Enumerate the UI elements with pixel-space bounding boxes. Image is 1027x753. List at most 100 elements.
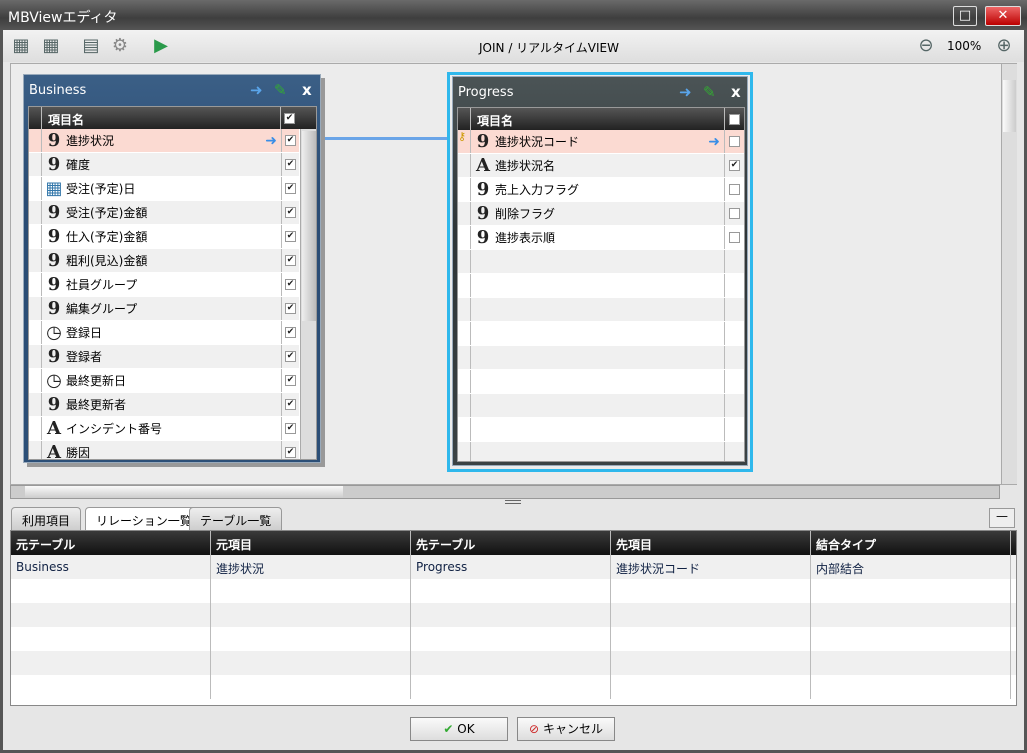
field-row[interactable]: ◷ 登録日 ✔ (29, 321, 299, 345)
field-row[interactable]: 9 進捗表示順 (458, 226, 744, 250)
canvas-vertical-scrollbar[interactable] (1001, 64, 1017, 484)
field-checkbox[interactable]: ✔ (281, 321, 299, 344)
grid-row[interactable] (11, 627, 1016, 651)
cancel-button[interactable]: ⊘ キャンセル (517, 717, 615, 741)
field-row[interactable]: 9 最終更新者 ✔ (29, 393, 299, 417)
field-checkbox[interactable] (724, 178, 744, 201)
link-icon[interactable]: ➜ (679, 83, 692, 101)
field-checkbox[interactable]: ✔ (281, 297, 299, 320)
field-checkbox[interactable]: ✔ (281, 393, 299, 416)
minimize-panel-button[interactable]: — (989, 508, 1015, 528)
link-icon[interactable]: ➜ (250, 81, 263, 99)
field-row[interactable] (458, 418, 744, 442)
field-checkbox[interactable]: ✔ (724, 154, 744, 177)
field-checkbox[interactable]: ✔ (281, 369, 299, 392)
relation-line[interactable] (316, 137, 448, 140)
field-row[interactable]: 9 削除フラグ (458, 202, 744, 226)
scrollbar-thumb[interactable] (1003, 80, 1016, 132)
field-row[interactable]: 9 受注(予定)金額 ✔ (29, 201, 299, 225)
field-row[interactable] (458, 250, 744, 274)
close-panel-icon[interactable]: x (731, 83, 741, 101)
field-row[interactable]: A インシデント番号 ✔ (29, 417, 299, 441)
field-checkbox[interactable]: ✔ (281, 153, 299, 176)
field-checkbox[interactable]: ✔ (281, 345, 299, 368)
tab-tables[interactable]: テーブル一覧 (189, 507, 283, 531)
gear-icon[interactable]: ⚙ (109, 35, 131, 57)
run-icon[interactable]: ▶ (150, 35, 172, 57)
field-row[interactable] (458, 346, 744, 370)
maximize-button[interactable]: □ (953, 6, 977, 26)
column-header[interactable]: 先項目 (611, 531, 811, 555)
field-checkbox[interactable] (724, 130, 744, 153)
field-checkbox[interactable]: ✔ (281, 417, 299, 440)
add-table-icon[interactable]: ▦ (10, 35, 32, 57)
field-checkbox[interactable] (724, 202, 744, 225)
field-row[interactable]: ▦ 受注(予定)日 ✔ (29, 177, 299, 201)
field-row[interactable] (458, 442, 744, 461)
field-row[interactable] (458, 322, 744, 346)
column-header[interactable]: 元テーブル (11, 531, 211, 555)
row-gutter (29, 345, 42, 368)
field-row[interactable]: 9 粗利(見込)金額 ✔ (29, 249, 299, 273)
column-header[interactable]: 結合タイプ (811, 531, 1011, 555)
field-checkbox[interactable] (724, 226, 744, 249)
field-row[interactable]: 9 社員グループ ✔ (29, 273, 299, 297)
field-checkbox[interactable]: ✔ (281, 273, 299, 296)
link-arrow-icon[interactable]: ➜ (708, 134, 720, 150)
grid-row[interactable] (11, 651, 1016, 675)
edit-pencil-icon[interactable]: ✎ (274, 81, 287, 99)
field-row[interactable] (458, 394, 744, 418)
field-checkbox[interactable]: ✔ (281, 201, 299, 224)
field-row[interactable] (458, 298, 744, 322)
field-row[interactable]: 9 売上入力フラグ (458, 178, 744, 202)
grid-row[interactable]: Business 進捗状況 Progress 進捗状況コード 内部結合 (11, 555, 1016, 579)
check-all[interactable]: ✔ (280, 107, 298, 129)
zoom-in-icon[interactable]: ⊕ (993, 35, 1015, 57)
new-table-icon[interactable]: ▦ (40, 35, 62, 57)
field-checkbox[interactable]: ✔ (281, 441, 299, 459)
grid-row[interactable] (11, 603, 1016, 627)
close-panel-icon[interactable]: x (302, 81, 312, 99)
edit-pencil-icon[interactable]: ✎ (703, 83, 716, 101)
field-row[interactable]: ◷ 最終更新日 ✔ (29, 369, 299, 393)
close-button[interactable]: ✕ (985, 6, 1021, 26)
field-row[interactable]: 9 編集グループ ✔ (29, 297, 299, 321)
tab-used-fields[interactable]: 利用項目 (11, 507, 82, 531)
check-all[interactable] (724, 108, 744, 130)
relations-grid: 元テーブル 元項目 先テーブル 先項目 結合タイプ Business 進捗状況 Progre… (10, 530, 1017, 706)
key-icon: ⚷ (458, 130, 471, 153)
field-row[interactable] (458, 274, 744, 298)
tab-relations[interactable]: リレーション一覧 (85, 507, 203, 532)
column-header[interactable]: 先テーブル (411, 531, 611, 555)
column-header[interactable]: 元項目 (211, 531, 411, 555)
field-checkbox[interactable]: ✔ (281, 225, 299, 248)
vertical-scrollbar[interactable] (300, 129, 316, 459)
table-panel-business[interactable]: Business ➜ ✎ x 項目名 ✔ 9 進捗状況 ➜ ✔ 9 確度 ✔ ▦ … (23, 74, 321, 463)
scrollbar-thumb[interactable] (25, 486, 343, 498)
table-panel-progress[interactable]: Progress ➜ ✎ x 項目名 ⚷ 9 進捗状況コード ➜ A 進捗状況名… (452, 76, 748, 466)
field-row[interactable]: 9 登録者 ✔ (29, 345, 299, 369)
field-row[interactable]: A 進捗状況名 ✔ (458, 154, 744, 178)
grid-row[interactable] (11, 675, 1016, 699)
design-canvas[interactable]: Business ➜ ✎ x 項目名 ✔ 9 進捗状況 ➜ ✔ 9 確度 ✔ ▦ … (10, 63, 1017, 485)
field-row[interactable]: 9 仕入(予定)金額 ✔ (29, 225, 299, 249)
scrollbar-thumb[interactable] (302, 131, 316, 321)
link-arrow-icon[interactable]: ➜ (265, 133, 277, 149)
table-layout-icon[interactable]: ▤ (80, 35, 102, 57)
grid-row[interactable] (11, 579, 1016, 603)
row-gutter (29, 129, 42, 152)
field-row[interactable]: A 勝因 ✔ (29, 441, 299, 459)
field-row[interactable]: 9 確度 ✔ (29, 153, 299, 177)
zoom-out-icon[interactable]: ⊖ (915, 35, 937, 57)
field-row[interactable]: 9 進捗状況 ➜ ✔ (29, 129, 299, 153)
canvas-horizontal-scrollbar[interactable] (10, 485, 1000, 499)
field-row[interactable] (458, 370, 744, 394)
field-checkbox[interactable]: ✔ (281, 129, 299, 152)
field-row[interactable]: ⚷ 9 進捗状況コード ➜ (458, 130, 744, 154)
splitter-handle[interactable] (505, 500, 521, 504)
grid-cell: Progress (411, 555, 611, 579)
field-name: 社員グループ (66, 278, 138, 292)
field-checkbox[interactable]: ✔ (281, 249, 299, 272)
field-checkbox[interactable]: ✔ (281, 177, 299, 200)
ok-button[interactable]: ✔ OK (410, 717, 508, 741)
